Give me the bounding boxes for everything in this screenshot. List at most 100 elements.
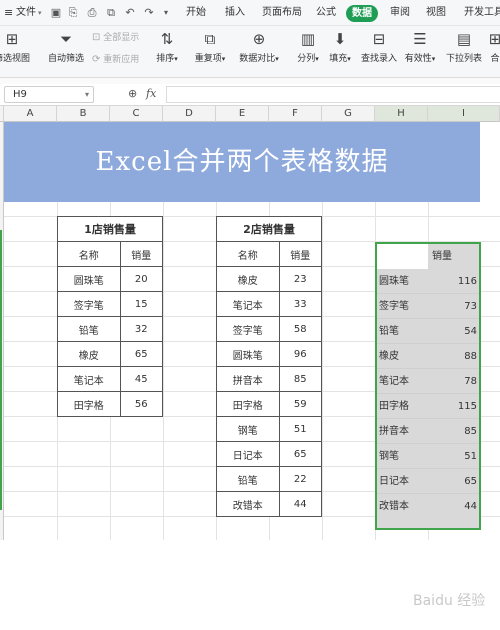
print-preview-icon[interactable]: ⧉ <box>105 6 117 19</box>
table-cell[interactable]: 田字格 <box>57 391 121 417</box>
redo-icon[interactable]: ↷ <box>143 6 155 19</box>
funnel-icon: ⏷ <box>59 30 72 48</box>
sort-button[interactable]: ⇅ 排序▾ <box>152 30 182 64</box>
menu-bar: ≡ 文件 ▾ ▣ ⎘ ⎙ ⧉ ↶ ↷ ▾ 开始 插入 页面布局 公式 数据 审阅… <box>0 0 500 26</box>
fill-button[interactable]: ⬇ 填充▾ <box>326 30 354 64</box>
table-cell[interactable]: 56 <box>119 391 164 417</box>
print-icon[interactable]: ⎙ <box>86 6 98 19</box>
tab-view[interactable]: 视图 <box>426 0 446 26</box>
table-cell[interactable]: 圆珠笔 <box>57 266 121 292</box>
table-cell[interactable]: 笔记本 <box>216 291 280 317</box>
table-cell[interactable]: 铅笔 <box>57 316 121 342</box>
reapply-icon: ⟳ <box>92 54 101 65</box>
table-row[interactable]: 笔记本 78 <box>377 369 479 394</box>
validity-button[interactable]: ☰ 有效性▾ <box>402 30 438 64</box>
column-header-a[interactable]: A <box>4 106 57 122</box>
table-row[interactable]: 日记本 65 <box>377 469 479 494</box>
table-row[interactable]: 拼音本 85 <box>377 419 479 444</box>
save-icon[interactable]: ▣ <box>50 6 62 19</box>
merge-button[interactable]: ⊞ 合 <box>488 30 500 64</box>
table-cell[interactable]: 96 <box>278 341 323 367</box>
column-header-g[interactable]: G <box>322 106 375 122</box>
auto-filter-button[interactable]: ⏷ 自动筛选 <box>46 30 86 64</box>
formula-input[interactable] <box>166 86 500 103</box>
column-header-h[interactable]: H <box>375 106 428 122</box>
column-header-c[interactable]: C <box>110 106 163 122</box>
merged-header-qty[interactable]: 销量 <box>428 244 479 269</box>
hamburger-icon[interactable]: ≡ <box>4 0 13 26</box>
worksheet[interactable]: A B C D E F G H I Excel合并两个表格数据 1店销售量 名称… <box>0 106 500 609</box>
store1-header-name[interactable]: 名称 <box>57 241 121 267</box>
column-header-b[interactable]: B <box>57 106 110 122</box>
tab-review[interactable]: 审阅 <box>390 0 410 26</box>
store2-header-qty[interactable]: 销量 <box>278 241 323 267</box>
duplicates-button[interactable]: ⧉ 重复项▾ <box>192 30 228 64</box>
table-cell[interactable]: 45 <box>119 366 164 392</box>
table-cell[interactable]: 日记本 <box>216 441 280 467</box>
store2-caption: 2店销售量 <box>216 216 322 242</box>
tab-data[interactable]: 数据 <box>346 5 378 22</box>
show-all-button[interactable]: ⊡ 全部显示 <box>92 30 139 43</box>
tab-developer[interactable]: 开发工具 <box>464 0 500 26</box>
column-header-i[interactable]: I <box>428 106 500 122</box>
table-cell[interactable]: 22 <box>278 466 323 492</box>
merged-header-blank[interactable] <box>377 244 428 269</box>
table-cell[interactable]: 拼音本 <box>216 366 280 392</box>
reapply-button[interactable]: ⟳ 重新应用 <box>92 52 139 65</box>
merged-result-selection[interactable]: 销量 圆珠笔 116 签字笔 73 铅笔 54 橡皮 88 笔记本 78 田字格 115 拼… <box>375 242 481 530</box>
tab-formulas[interactable]: 公式 <box>316 0 336 26</box>
file-menu[interactable]: 文件 <box>16 0 36 26</box>
table-cell[interactable]: 44 <box>278 491 323 517</box>
table-cell[interactable]: 59 <box>278 391 323 417</box>
column-header-e[interactable]: E <box>216 106 269 122</box>
table-cell[interactable]: 钢笔 <box>216 416 280 442</box>
table-cell[interactable]: 签字笔 <box>57 291 121 317</box>
zoom-icon[interactable]: ⊕ <box>128 87 137 100</box>
table-cell[interactable]: 铅笔 <box>216 466 280 492</box>
file-menu-chevron-icon[interactable]: ▾ <box>38 0 42 26</box>
filter-view-button[interactable]: ⊞ 筛选视图 <box>0 30 32 64</box>
tab-page-layout[interactable]: 页面布局 <box>262 0 302 26</box>
store1-header-qty[interactable]: 销量 <box>119 241 164 267</box>
lookup-entry-button[interactable]: ⊟ 查找录入 <box>360 30 398 64</box>
table-row[interactable]: 钢笔 51 <box>377 444 479 469</box>
table-cell[interactable]: 15 <box>119 291 164 317</box>
export-pdf-icon[interactable]: ⎘ <box>67 6 79 19</box>
table-cell[interactable]: 橡皮 <box>216 266 280 292</box>
split-column-button[interactable]: ▥ 分列▾ <box>294 30 322 64</box>
undo-icon[interactable]: ↶ <box>124 6 136 19</box>
table-cell[interactable]: 65 <box>278 441 323 467</box>
table-cell[interactable]: 23 <box>278 266 323 292</box>
table-cell[interactable]: 田字格 <box>216 391 280 417</box>
data-compare-button[interactable]: ⊕ 数据对比▾ <box>236 30 282 64</box>
table-row[interactable]: 铅笔 54 <box>377 319 479 344</box>
table-cell[interactable]: 改错本 <box>216 491 280 517</box>
table-cell[interactable]: 51 <box>278 416 323 442</box>
table-cell[interactable]: 85 <box>278 366 323 392</box>
name-box[interactable]: H9 ▾ <box>4 86 94 103</box>
table-cell[interactable]: 32 <box>119 316 164 342</box>
table-cell[interactable]: 33 <box>278 291 323 317</box>
dropdown-list-button[interactable]: ▤ 下拉列表 <box>444 30 484 64</box>
table-row[interactable]: 田字格 115 <box>377 394 479 419</box>
formula-bar: H9 ▾ ⊕ fx <box>0 84 500 106</box>
tab-insert[interactable]: 插入 <box>225 0 245 26</box>
table-cell[interactable]: 20 <box>119 266 164 292</box>
store2-header-name[interactable]: 名称 <box>216 241 280 267</box>
table-row[interactable]: 签字笔 73 <box>377 294 479 319</box>
column-header-f[interactable]: F <box>269 106 322 122</box>
table-cell[interactable]: 58 <box>278 316 323 342</box>
table-row[interactable]: 圆珠笔 116 <box>377 269 479 294</box>
fx-icon[interactable]: fx <box>146 87 156 100</box>
table-cell[interactable]: 65 <box>119 341 164 367</box>
column-header-d[interactable]: D <box>163 106 216 122</box>
table-cell[interactable]: 签字笔 <box>216 316 280 342</box>
quick-access-more-icon[interactable]: ▾ <box>160 6 172 19</box>
table-cell[interactable]: 笔记本 <box>57 366 121 392</box>
table-row[interactable]: 改错本 44 <box>377 494 479 519</box>
table-row[interactable]: 橡皮 88 <box>377 344 479 369</box>
table-cell[interactable]: 橡皮 <box>57 341 121 367</box>
name-box-chevron-icon[interactable]: ▾ <box>85 87 89 102</box>
tab-home[interactable]: 开始 <box>186 0 206 26</box>
table-cell[interactable]: 圆珠笔 <box>216 341 280 367</box>
